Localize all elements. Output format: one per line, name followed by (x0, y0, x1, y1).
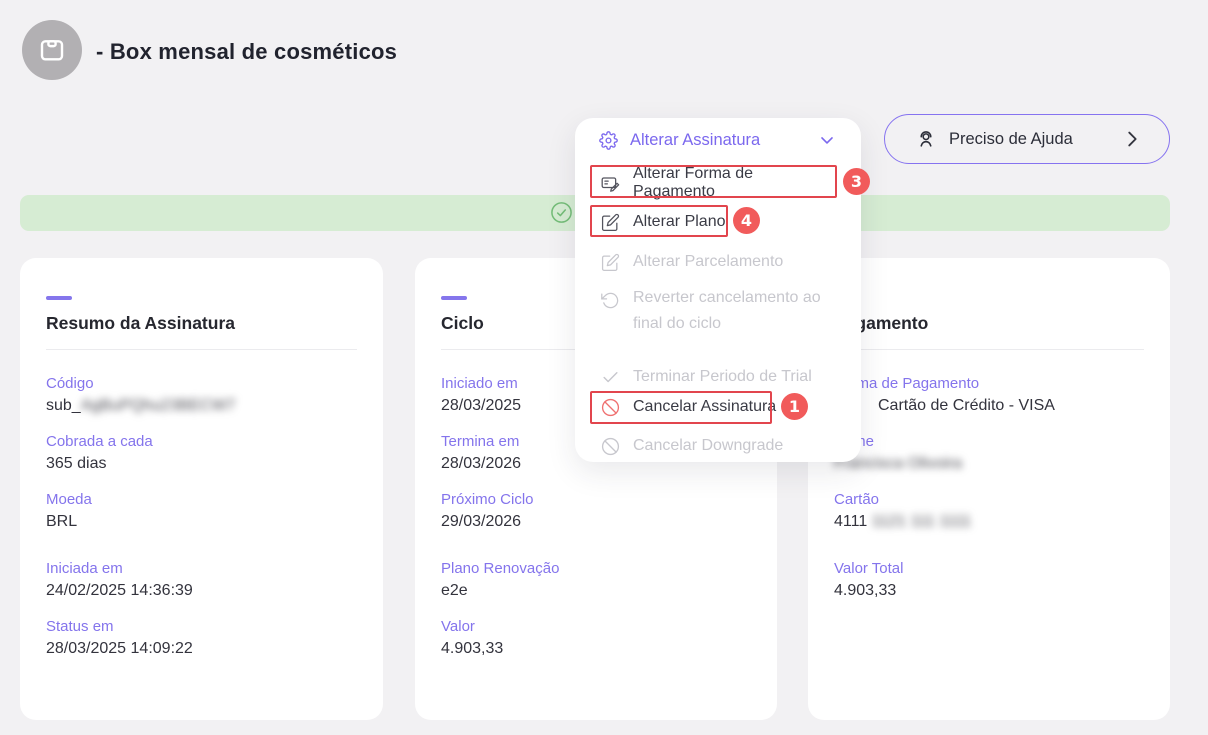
undo-icon (601, 291, 620, 310)
annotation-badge-step3: 3 (843, 168, 870, 195)
masked-value: AgBuPQhu23BECW7 (81, 397, 236, 414)
edit-icon (601, 213, 620, 232)
menu-item-alterar-parcelamento: Alterar Parcelamento (575, 243, 861, 281)
field-proximo-ciclo: Próximo Ciclo 29/03/2026 (441, 491, 751, 531)
field-codigo: Código sub_AgBuPQhu23BECW7 (46, 375, 357, 415)
menu-item-cancelar-assinatura[interactable]: Cancelar Assinatura (575, 388, 861, 426)
field-moeda: Moeda BRL (46, 491, 357, 531)
field-cartao: Cartão 4111 1121 111 1111 (834, 491, 1144, 531)
menu-item-alterar-plano[interactable]: Alterar Plano (575, 203, 861, 241)
check-icon (601, 368, 620, 387)
card-edit-icon (601, 174, 620, 193)
field-nome: Nome Francisca Olivoira (834, 433, 1144, 473)
card-title: Resumo da Assinatura (46, 313, 357, 334)
edit-icon (601, 253, 620, 272)
menu-item-label: Alterar Plano (633, 213, 726, 231)
help-button[interactable]: Preciso de Ajuda (884, 114, 1170, 164)
card-resumo-assinatura: Resumo da Assinatura Código sub_AgBuPQhu… (20, 258, 383, 720)
field-plano-renovacao: Plano Renovação e2e (441, 560, 751, 600)
menu-item-label: Cancelar Downgrade (633, 437, 783, 455)
divider (834, 349, 1144, 350)
field-forma-de-pagamento: Forma de Pagamento Cartão de Crédito - V… (834, 375, 1144, 415)
help-button-label: Preciso de Ajuda (949, 130, 1073, 149)
field-cobrada-a-cada: Cobrada a cada 365 dias (46, 433, 357, 473)
dropdown-trigger-label: Alterar Assinatura (630, 131, 817, 150)
field-status-em: Status em 28/03/2025 14:09:22 (46, 618, 357, 658)
field-valor-total: Valor Total 4.903,33 (834, 560, 1144, 600)
chevron-right-icon (1121, 128, 1143, 150)
card-accent-dash (46, 296, 72, 300)
field-iniciada-em: Iniciada em 24/02/2025 14:36:39 (46, 560, 357, 600)
divider (46, 349, 357, 350)
alterar-assinatura-dropdown: Alterar Assinatura Alterar Forma de Paga… (575, 118, 861, 462)
field-valor: Valor 4.903,33 (441, 618, 751, 658)
menu-item-cancelar-downgrade: Cancelar Downgrade (575, 427, 861, 465)
avatar (22, 20, 82, 80)
annotation-badge-step4: 4 (733, 207, 760, 234)
menu-item-label: Terminar Periodo de Trial (633, 368, 812, 386)
gear-icon (599, 131, 618, 150)
card-pagamento: Pagamento Forma de Pagamento Cartão de C… (808, 258, 1170, 720)
menu-item-label: Alterar Parcelamento (633, 253, 783, 271)
annotation-badge-step1: 1 (781, 393, 808, 420)
subscription-detail-page: - Box mensal de cosméticos Preciso de Aj… (0, 0, 1208, 735)
card-accent-dash (441, 296, 467, 300)
menu-item-alterar-forma-de-pagamento[interactable]: Alterar Forma de Pagamento (575, 164, 861, 202)
dropdown-trigger-alterar-assinatura[interactable]: Alterar Assinatura (575, 118, 861, 162)
page-title: - Box mensal de cosméticos (96, 39, 397, 65)
package-icon (36, 34, 68, 66)
card-title: Pagamento (834, 313, 1144, 334)
check-circle-icon (550, 201, 573, 224)
menu-item-label: Alterar Forma de Pagamento (633, 165, 835, 201)
support-person-icon (915, 128, 937, 150)
menu-item-reverter-cancelamento: Reverter cancelamento ao final do ciclo (575, 283, 861, 347)
chevron-down-icon (817, 130, 837, 150)
slash-icon (601, 437, 620, 456)
slash-icon (601, 398, 620, 417)
masked-value: 1121 111 1111 (872, 513, 972, 530)
menu-item-label: Cancelar Assinatura (633, 398, 776, 416)
menu-item-label: Reverter cancelamento ao final do ciclo (633, 285, 835, 337)
